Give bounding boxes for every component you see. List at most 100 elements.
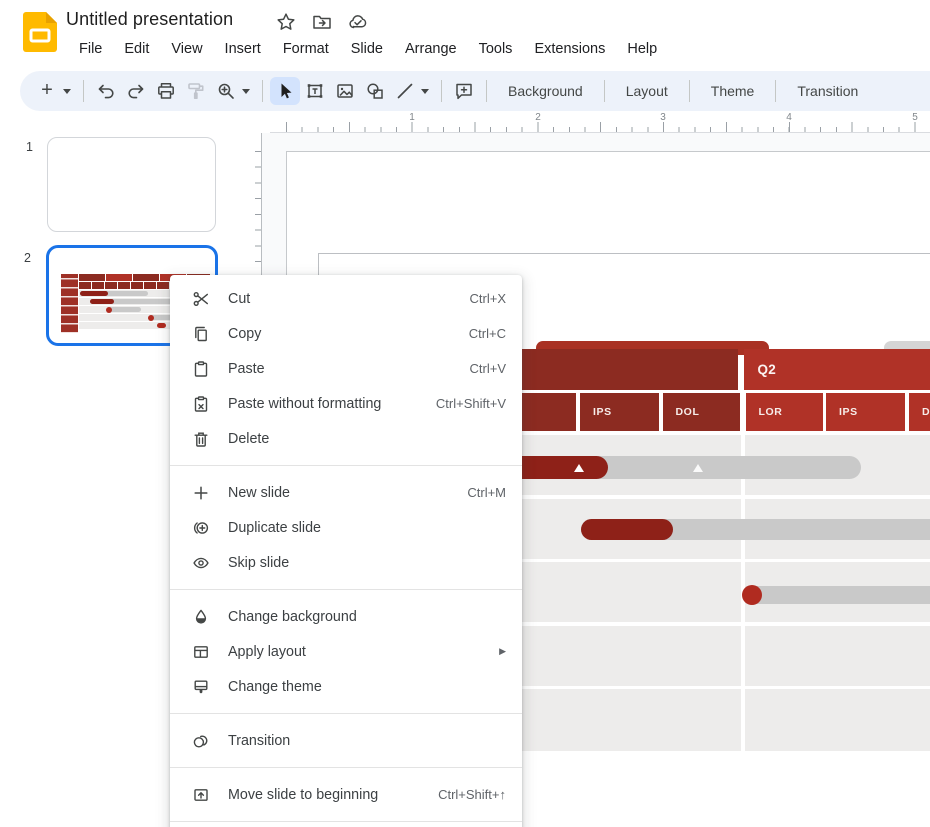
menu-arrange[interactable]: Arrange: [394, 37, 468, 61]
context-menu-item-cut[interactable]: Cut Ctrl+X: [170, 281, 522, 316]
menu-divider: [170, 465, 522, 466]
mini-bar: [90, 299, 114, 304]
menu-view[interactable]: View: [160, 37, 213, 61]
toolbar-separator: [689, 80, 690, 102]
menu-item-label: Move slide to beginning: [228, 787, 438, 803]
new-slide-dropdown-caret-icon[interactable]: [63, 89, 71, 94]
select-cursor-icon: [275, 81, 295, 101]
insert-image-button[interactable]: [330, 77, 360, 105]
toolbar-separator: [604, 80, 605, 102]
mini-dot: [148, 315, 154, 321]
context-menu-item-delete[interactable]: Delete: [170, 421, 522, 456]
move-folder-icon[interactable]: [312, 12, 332, 32]
add-comment-button[interactable]: [449, 77, 479, 105]
ruler-number: 3: [660, 112, 666, 123]
redo-icon: [126, 81, 146, 101]
google-slides-window: Untitled presentation File Edit View Ins…: [0, 0, 930, 827]
image-icon: [335, 81, 355, 101]
context-menu-item-paste-without-formatting[interactable]: Paste without formatting Ctrl+Shift+V: [170, 386, 522, 421]
theme-board-icon: [192, 678, 210, 696]
document-title[interactable]: Untitled presentation: [66, 9, 233, 30]
clipboard-icon: [192, 360, 210, 378]
clipboard-x-icon: [192, 395, 210, 413]
context-menu-item-apply-layout[interactable]: Apply layout ▶: [170, 634, 522, 669]
context-menu-item-transition[interactable]: Transition: [170, 723, 522, 758]
undo-button[interactable]: [91, 77, 121, 105]
column-header-ips-2: IPS: [826, 393, 905, 431]
text-box-icon: [305, 81, 325, 101]
plus-icon: [192, 484, 210, 502]
menu-edit[interactable]: Edit: [113, 37, 160, 61]
mini-label-column: [61, 274, 78, 333]
zoom-icon: [216, 81, 236, 101]
slides-logo-icon[interactable]: [23, 12, 57, 52]
menu-item-shortcut: Ctrl+C: [469, 326, 506, 341]
menu-divider: [170, 713, 522, 714]
context-menu-item-change-background[interactable]: Change background: [170, 599, 522, 634]
cloud-saved-icon[interactable]: [348, 12, 368, 32]
zoom-button[interactable]: [211, 77, 241, 105]
theme-button[interactable]: Theme: [697, 77, 769, 105]
toolbar-separator: [83, 80, 84, 102]
scissors-icon: [192, 290, 210, 308]
toolbar-separator: [262, 80, 263, 102]
mini-bar-track: [108, 307, 141, 312]
context-menu-item-change-theme[interactable]: Change theme: [170, 669, 522, 704]
star-icon[interactable]: [276, 12, 296, 32]
menu-divider: [170, 589, 522, 590]
background-button[interactable]: Background: [494, 77, 597, 105]
box-arrow-up-icon: [192, 786, 210, 804]
select-tool-button[interactable]: [270, 77, 300, 105]
ruler-number: 4: [786, 112, 792, 123]
context-menu-item-paste[interactable]: Paste Ctrl+V: [170, 351, 522, 386]
menu-item-label: Skip slide: [228, 555, 506, 571]
menu-divider: [170, 821, 522, 822]
mini-dot: [106, 307, 112, 313]
redo-button[interactable]: [121, 77, 151, 105]
menu-item-label: Change background: [228, 609, 506, 625]
plus-icon: +: [41, 80, 53, 100]
menu-item-label: Cut: [228, 291, 470, 307]
menu-item-shortcut: Ctrl+X: [470, 291, 506, 306]
context-menu-item-skip-slide[interactable]: Skip slide: [170, 545, 522, 580]
menu-tools[interactable]: Tools: [468, 37, 524, 61]
new-slide-button[interactable]: +: [32, 77, 62, 105]
context-menu-item-duplicate-slide[interactable]: Duplicate slide: [170, 510, 522, 545]
print-button[interactable]: [151, 77, 181, 105]
line-dropdown-caret-icon[interactable]: [421, 89, 429, 94]
add-comment-icon: [454, 81, 474, 101]
menu-help[interactable]: Help: [616, 37, 668, 61]
paint-format-button[interactable]: [181, 77, 211, 105]
droplet-icon: [192, 608, 210, 626]
undo-icon: [96, 81, 116, 101]
menu-item-label: Delete: [228, 431, 506, 447]
zoom-dropdown-caret-icon[interactable]: [242, 89, 250, 94]
toolbar-separator: [441, 80, 442, 102]
menu-item-shortcut: Ctrl+Shift+↑: [438, 787, 506, 802]
horizontal-ruler-major-ticks: [286, 122, 930, 132]
context-menu-item-new-slide[interactable]: New slide Ctrl+M: [170, 475, 522, 510]
layout-button[interactable]: Layout: [612, 77, 682, 105]
context-menu-item-copy[interactable]: Copy Ctrl+C: [170, 316, 522, 351]
menu-item-label: Copy: [228, 326, 469, 342]
gantt-bar-1-marker-icon: [574, 464, 584, 472]
menu-format[interactable]: Format: [272, 37, 340, 61]
menu-extensions[interactable]: Extensions: [523, 37, 616, 61]
copy-icon: [192, 325, 210, 343]
insert-line-button[interactable]: [390, 77, 420, 105]
transition-button[interactable]: Transition: [783, 77, 872, 105]
menu-file[interactable]: File: [68, 37, 113, 61]
gantt-bar-1-marker-2-icon: [693, 464, 703, 472]
menu-insert[interactable]: Insert: [214, 37, 272, 61]
menu-slide[interactable]: Slide: [340, 37, 394, 61]
context-menu-item-move-slide-to-beginning[interactable]: Move slide to beginning Ctrl+Shift+↑: [170, 777, 522, 812]
column-header-dol: DOL: [663, 393, 740, 431]
text-box-button[interactable]: [300, 77, 330, 105]
horizontal-ruler: [270, 132, 930, 133]
insert-shape-button[interactable]: [360, 77, 390, 105]
slide-1-thumbnail[interactable]: [47, 137, 216, 232]
toolbar-separator: [486, 80, 487, 102]
submenu-arrow-icon: ▶: [499, 646, 506, 657]
menu-item-label: Change theme: [228, 679, 506, 695]
duplicate-icon: [192, 519, 210, 537]
